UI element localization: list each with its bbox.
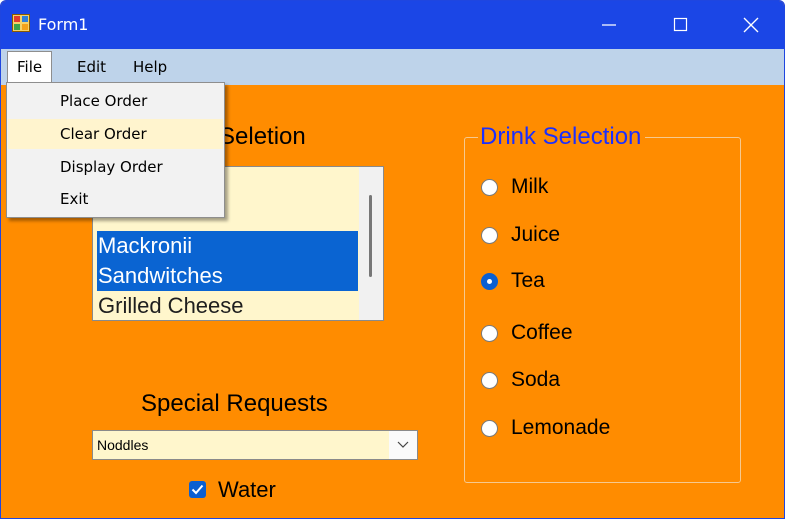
- special-requests-combobox[interactable]: Noddles: [92, 430, 418, 460]
- menu-file[interactable]: File: [7, 51, 53, 83]
- form1-window: Form1 File Edit Help Seletion Pizza Mack…: [0, 0, 785, 519]
- maximize-icon: [673, 17, 688, 32]
- radio-label-milk[interactable]: Milk: [511, 175, 548, 199]
- radio-label-juice[interactable]: Juice: [511, 223, 560, 247]
- maximize-button[interactable]: [651, 1, 711, 49]
- app-icon: [12, 14, 30, 32]
- close-button[interactable]: [721, 1, 781, 49]
- radio-label-soda[interactable]: Soda: [511, 368, 560, 392]
- menu-item-exit[interactable]: Exit: [8, 184, 223, 214]
- radio-label-lemonade[interactable]: Lemonade: [511, 416, 610, 440]
- radio-juice[interactable]: [481, 227, 498, 244]
- menu-item-place-order[interactable]: Place Order: [8, 86, 223, 116]
- list-item-mackronii[interactable]: Mackronii: [97, 231, 358, 261]
- menu-bar: File Edit Help: [1, 49, 784, 85]
- listbox-scrollbar[interactable]: [359, 167, 383, 320]
- food-selection-title: Seletion: [219, 123, 306, 150]
- scrollbar-thumb[interactable]: [369, 195, 372, 277]
- drink-selection-title: Drink Selection: [478, 123, 646, 151]
- window-title: Form1: [38, 15, 89, 34]
- chevron-down-icon: [397, 441, 409, 448]
- radio-label-coffee[interactable]: Coffee: [511, 321, 573, 345]
- checkmark-icon: [191, 484, 204, 495]
- radio-tea[interactable]: [481, 273, 498, 290]
- list-item-grilled-cheese[interactable]: Grilled Cheese: [97, 291, 358, 320]
- menu-item-clear-order[interactable]: Clear Order: [8, 119, 223, 149]
- water-checkbox[interactable]: [189, 481, 206, 498]
- water-checkbox-label[interactable]: Water: [218, 477, 276, 503]
- radio-lemonade[interactable]: [481, 420, 498, 437]
- radio-coffee[interactable]: [481, 325, 498, 342]
- title-bar[interactable]: Form1: [1, 1, 784, 49]
- special-requests-title: Special Requests: [141, 390, 328, 417]
- radio-label-tea[interactable]: Tea: [511, 269, 545, 293]
- combobox-dropdown-button[interactable]: [389, 431, 417, 459]
- menu-help[interactable]: Help: [124, 51, 176, 83]
- minimize-icon: [602, 24, 616, 26]
- radio-soda[interactable]: [481, 372, 498, 389]
- combobox-value: Noddles: [97, 437, 149, 453]
- menu-item-display-order[interactable]: Display Order: [8, 152, 223, 182]
- minimize-button[interactable]: [579, 1, 639, 49]
- menu-edit[interactable]: Edit: [68, 51, 115, 83]
- file-menu-dropdown: Place Order Clear Order Display Order Ex…: [6, 82, 225, 218]
- close-icon: [743, 17, 759, 33]
- list-item-sandwitches[interactable]: Sandwitches: [97, 261, 358, 291]
- radio-milk[interactable]: [481, 179, 498, 196]
